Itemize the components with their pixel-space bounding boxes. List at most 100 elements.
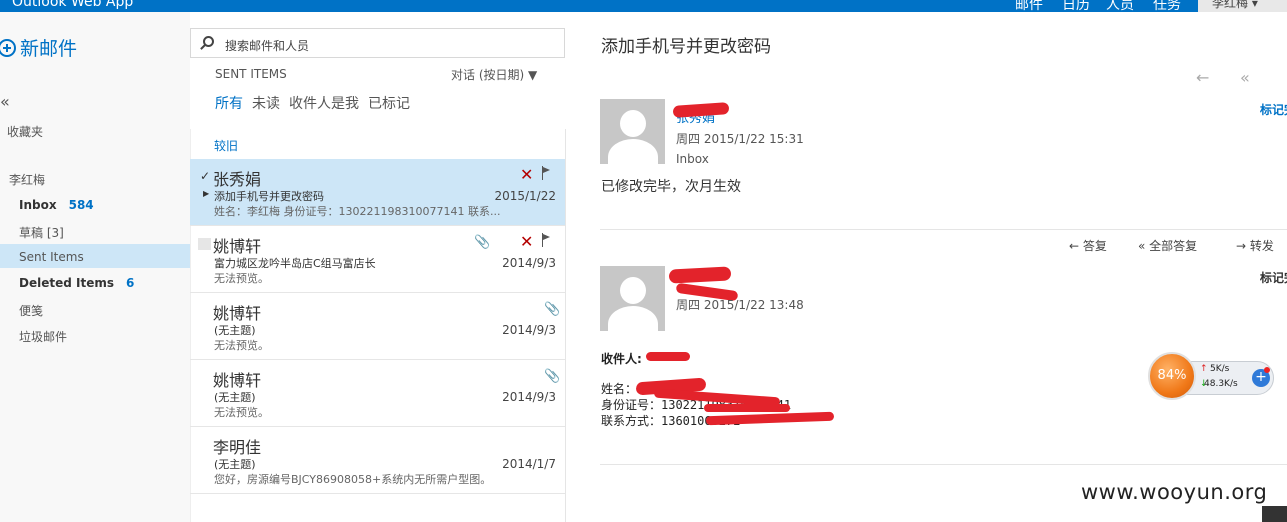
delete-icon[interactable]: ✕ [520,165,533,184]
plus-circle-icon [0,38,16,57]
message-from: 姚博轩 [213,371,262,390]
expand-arrow-icon[interactable]: ▶ [203,189,209,198]
conversation-title: 添加手机号并更改密码 [601,37,771,57]
folder-sent-items[interactable]: Sent Items [19,250,84,264]
download-speed: 48.3K/s [1204,379,1238,389]
watermark: www.wooyun.org [1081,480,1268,504]
folder-deleted-label: Deleted Items [19,276,114,290]
collapse-pane-button[interactable]: « [0,92,10,111]
divider [600,229,1287,230]
message-datetime: 周四 2015/1/22 15:31 [676,132,804,146]
nav-calendar[interactable]: 日历 [1062,0,1090,12]
list-item[interactable]: 姚博轩 富力城区龙吟半岛店C组马富店长 无法预览。 2014/9/3 📎 ✕ [190,226,565,293]
divider [600,464,1287,465]
attachment-icon: 📎 [474,235,491,250]
filter-bar: 所有 未读 收件人是我 已标记 [215,93,410,113]
message-folder: Inbox [676,152,709,166]
forward-button[interactable]: → 转发 [1236,237,1274,254]
folder-notes[interactable]: 便笺 [19,302,43,319]
message-from: 李明佳 [213,438,262,457]
message-subject: 添加手机号并更改密码 [214,190,324,203]
message-preview: 您好，房源编号BJCY86908058+系统内无所需户型图。 [214,473,492,486]
avatar [600,99,665,164]
list-item[interactable]: ✓ 张秀娟 ▶ 添加手机号并更改密码 姓名：李红梅 身份证号：130221198… [190,159,565,226]
double-back-arrow-icon[interactable]: « [1240,68,1250,87]
message-from: 张秀娟 [213,170,262,189]
top-bar: Outlook Web App 邮件 日历 人员 任务 李红梅 ▾ [0,0,1287,12]
nav-people[interactable]: 人员 [1106,0,1134,12]
upload-arrow-icon: ↑ [1200,364,1208,374]
redaction-mark [646,352,690,361]
folder-deleted-items[interactable]: Deleted Items 6 [19,276,134,290]
folder-pane: 新邮件 « 收藏夹 李红梅 Inbox 584 草稿 [3] Sent Items… [0,12,190,522]
search-icon [203,36,214,47]
avatar-head-shape [620,110,646,137]
message-from: 姚博轩 [213,237,262,256]
forward-label: 转发 [1249,239,1274,253]
upload-speed: 5K/s [1210,364,1230,374]
favorites-header[interactable]: 收藏夹 [7,123,43,140]
folder-inbox-count: 584 [68,198,94,212]
flag-complete-button[interactable]: 标记完 [1260,269,1287,286]
message-date: 2014/1/7 [502,457,556,471]
flag-icon[interactable] [542,233,552,247]
list-item[interactable]: 姚博轩 (无主题) 无法预览。 2014/9/3 📎 [190,360,565,427]
message-preview: 无法预览。 [214,406,269,419]
body-line: 姓名： [601,382,638,396]
new-mail-label: 新邮件 [20,38,78,60]
filter-to-me[interactable]: 收件人是我 [289,93,359,113]
folder-junk[interactable]: 垃圾邮件 [19,328,67,345]
select-checkbox[interactable] [198,238,211,250]
reply-all-icon: « [1138,239,1146,253]
message-preview: 无法预览。 [214,339,269,352]
redaction-mark [668,266,732,284]
message-list-pane: 搜索邮件和人员 SENT ITEMS 对话 (按日期) ▼ 所有 未读 收件人是… [190,12,566,522]
folder-inbox-label: Inbox [19,198,57,212]
app-title: Outlook Web App [12,0,134,10]
reply-icon: ← [1069,239,1080,253]
message-datetime: 周四 2015/1/22 13:48 [676,298,804,312]
delete-icon[interactable]: ✕ [520,232,533,251]
avatar-body-shape [608,306,658,331]
sort-dropdown[interactable]: 对话 (按日期) ▼ [451,66,537,83]
flag-complete-button[interactable]: 标记完 [1260,101,1287,118]
folder-deleted-count: 6 [125,276,135,290]
network-speed-widget[interactable]: 84% ↑ 5K/s ↓ 48.3K/s + [1148,352,1274,400]
search-input[interactable]: 搜索邮件和人员 [225,37,309,54]
filter-all[interactable]: 所有 [215,93,243,113]
folder-inbox[interactable]: Inbox 584 [19,198,94,212]
message-body: 已修改完毕，次月生效 [601,179,741,195]
search-box[interactable]: 搜索邮件和人员 [190,28,565,58]
avatar [600,266,665,331]
flag-icon[interactable] [542,166,552,180]
taskbar-corner [1262,506,1287,522]
back-arrow-icon[interactable]: ← [1196,68,1209,87]
attachment-icon: 📎 [544,302,561,317]
reply-button[interactable]: ← 答复 [1069,237,1107,254]
message-subject: (无主题) [214,458,256,471]
redaction-mark [672,102,730,118]
reading-pane: 添加手机号并更改密码 ← « 张秀娟 周四 2015/1/22 15:31 In… [566,12,1287,522]
reply-all-button[interactable]: « 全部答复 [1138,237,1197,254]
attachment-icon: 📎 [544,369,561,384]
group-header: 较旧 [214,139,239,153]
nav-mail[interactable]: 邮件 [1015,0,1043,12]
folder-drafts[interactable]: 草稿 [3] [19,224,64,241]
message-subject: (无主题) [214,324,256,337]
list-item[interactable]: 姚博轩 (无主题) 无法预览。 2014/9/3 📎 [190,293,565,360]
usage-percent: 84% [1148,352,1196,400]
account-name[interactable]: 李红梅 [9,171,45,188]
list-item[interactable]: 李明佳 (无主题) 您好，房源编号BJCY86908058+系统内无所需户型图。… [190,427,565,494]
filter-unread[interactable]: 未读 [252,93,280,113]
message-date: 2015/1/22 [494,189,556,203]
notification-dot [1264,367,1270,373]
filter-flagged[interactable]: 已标记 [368,93,410,113]
nav-tasks[interactable]: 任务 [1153,0,1181,12]
message-date: 2014/9/3 [502,256,556,270]
reply-all-label: 全部答复 [1149,239,1198,253]
message-preview: 姓名：李红梅 身份证号：130221198310077141 联系... [214,205,501,218]
user-menu[interactable]: 李红梅 ▾ [1198,0,1287,12]
new-mail-button[interactable]: 新邮件 [0,34,77,61]
folder-title: SENT ITEMS [215,67,287,81]
message-preview: 无法预览。 [214,272,269,285]
